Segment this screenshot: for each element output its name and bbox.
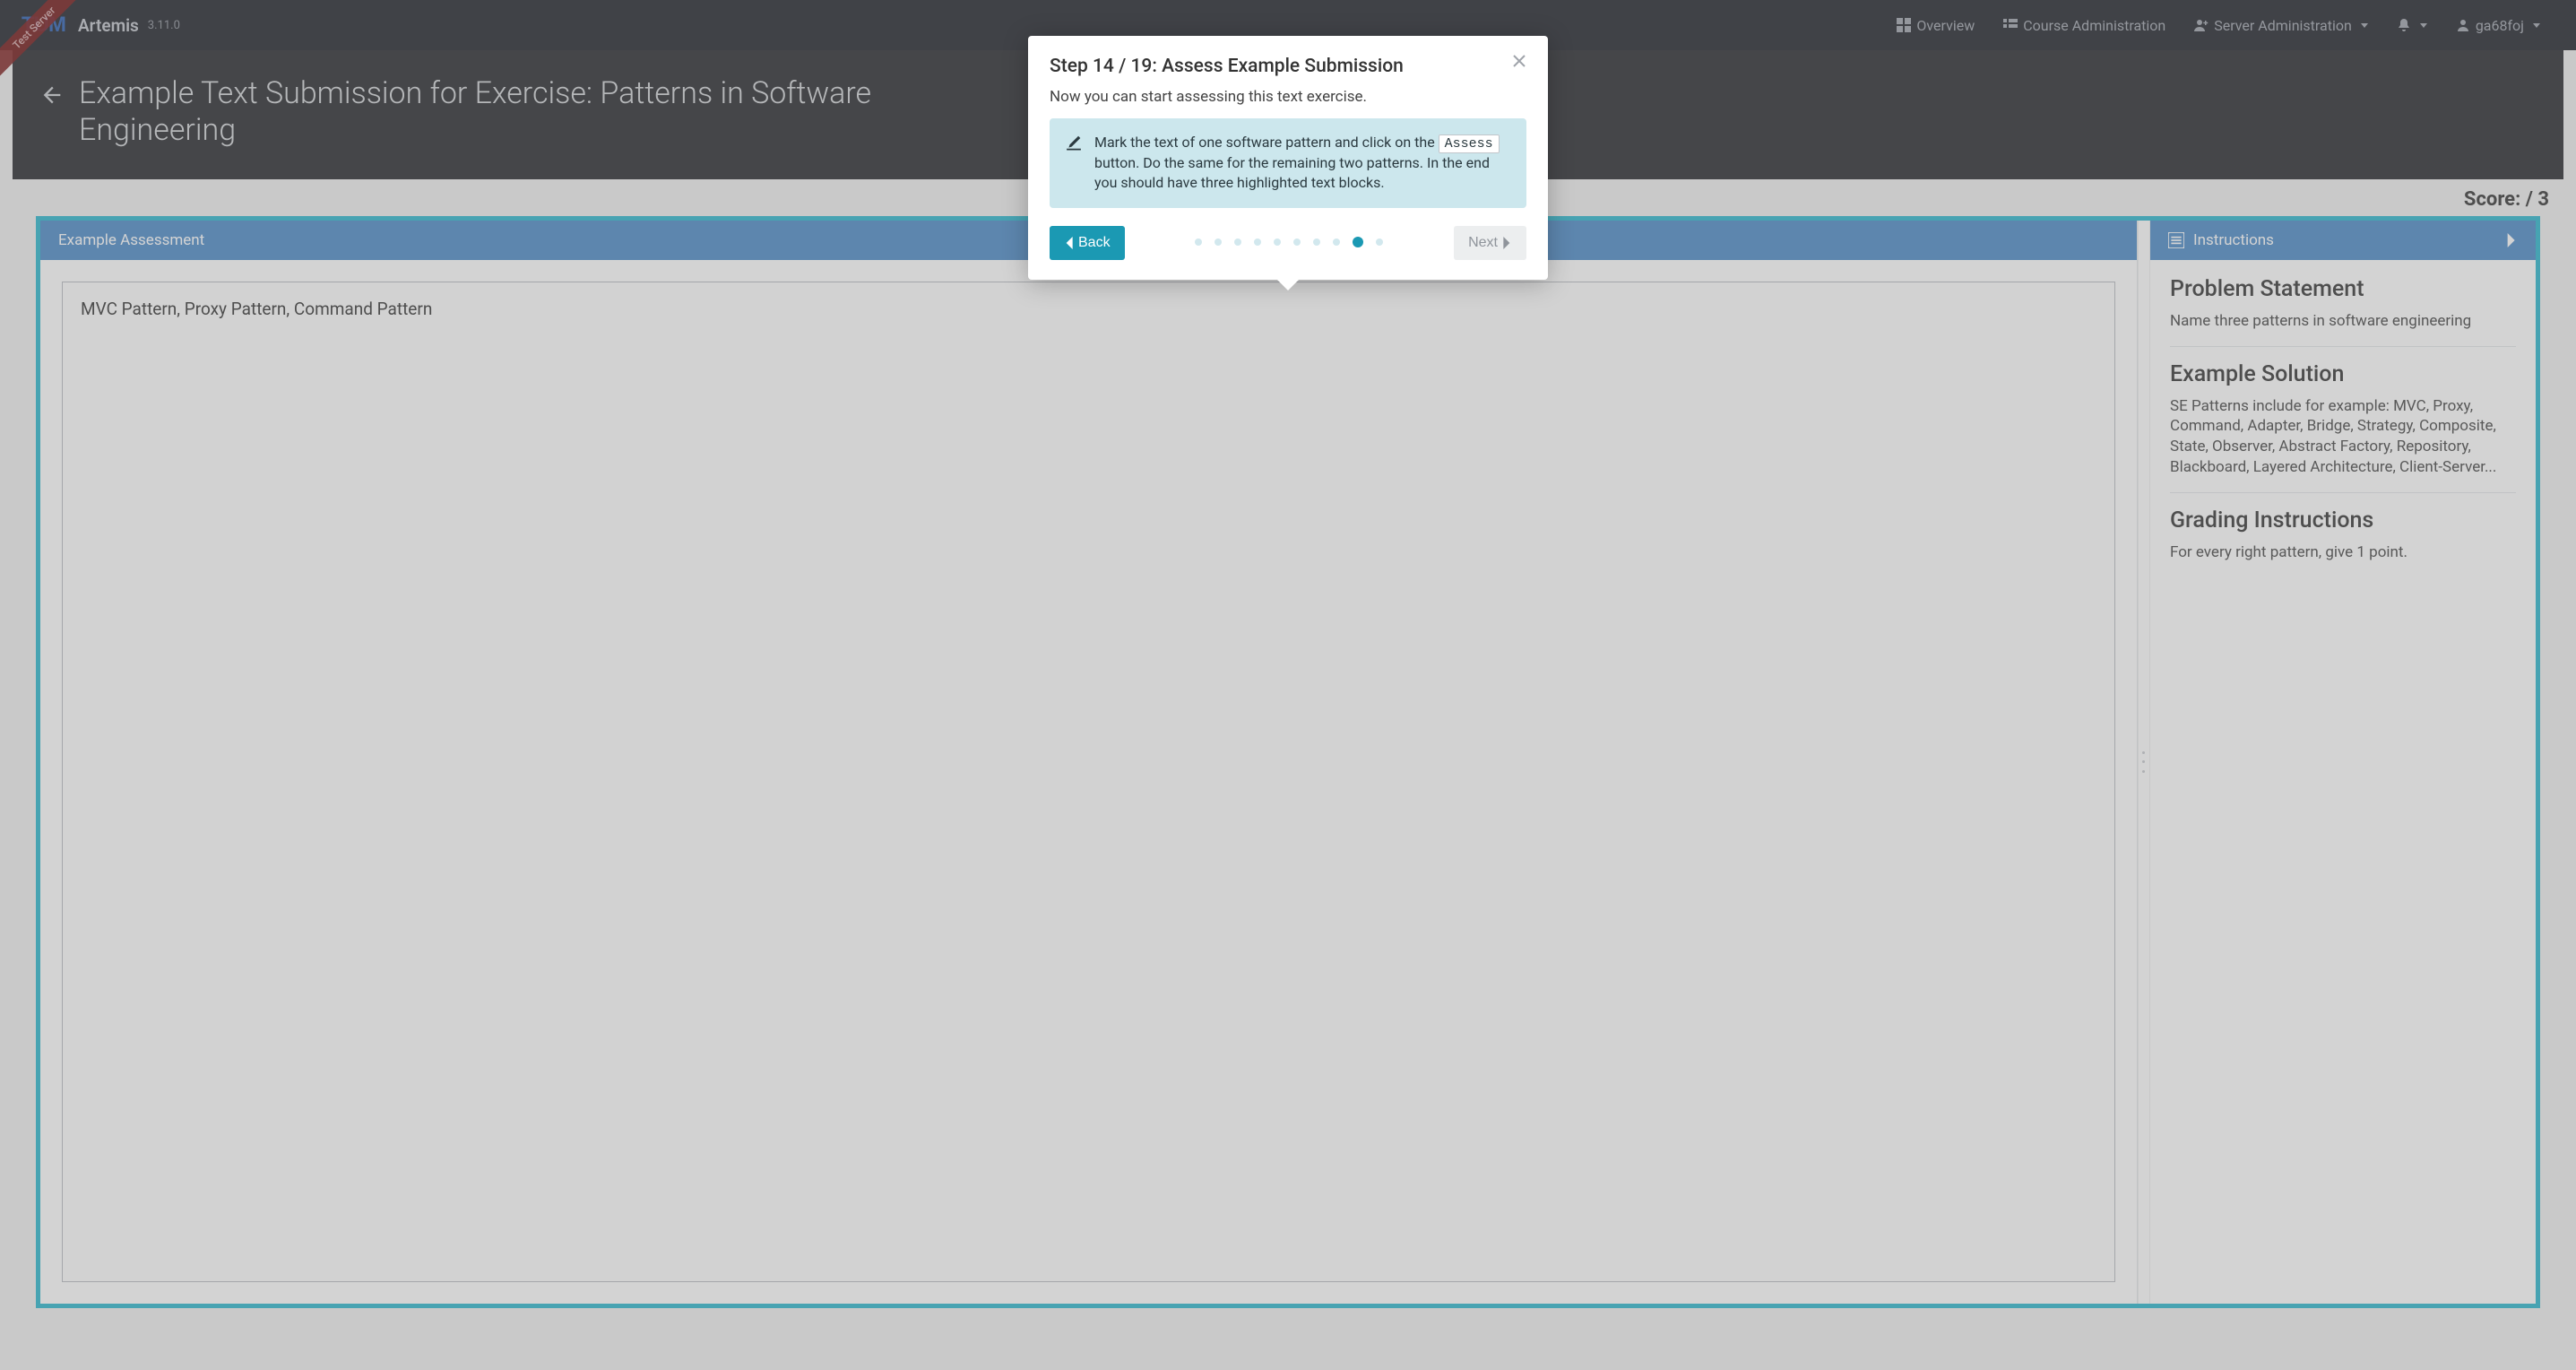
close-icon <box>1512 54 1526 68</box>
tour-dot[interactable] <box>1313 238 1320 246</box>
tour-progress-dots <box>1125 238 1455 247</box>
tour-dot[interactable] <box>1254 238 1261 246</box>
tour-back-label: Back <box>1078 235 1111 251</box>
tour-dot[interactable] <box>1215 238 1222 246</box>
tour-dot[interactable] <box>1274 238 1281 246</box>
tour-dot[interactable] <box>1234 238 1241 246</box>
chevron-right-icon <box>1503 237 1512 249</box>
tour-callout: Mark the text of one software pattern an… <box>1050 118 1526 208</box>
tour-dot[interactable] <box>1195 238 1202 246</box>
close-button[interactable] <box>1512 54 1530 72</box>
tour-dot[interactable] <box>1376 238 1383 246</box>
tour-subtitle: Now you can start assessing this text ex… <box>1050 88 1526 106</box>
edit-icon <box>1066 134 1082 151</box>
tour-pointer <box>1275 278 1301 290</box>
tour-dot[interactable] <box>1333 238 1340 246</box>
tour-back-button[interactable]: Back <box>1050 226 1125 260</box>
tour-dot[interactable] <box>1293 238 1301 246</box>
tour-next-button[interactable]: Next <box>1454 226 1526 260</box>
tour-popover: Step 14 / 19: Assess Example Submission … <box>1028 36 1548 280</box>
chevron-left-icon <box>1064 237 1073 249</box>
tour-dot[interactable] <box>1353 237 1363 247</box>
tour-next-label: Next <box>1468 235 1498 251</box>
tour-title: Step 14 / 19: Assess Example Submission <box>1050 56 1526 77</box>
assess-key: Assess <box>1439 134 1500 153</box>
